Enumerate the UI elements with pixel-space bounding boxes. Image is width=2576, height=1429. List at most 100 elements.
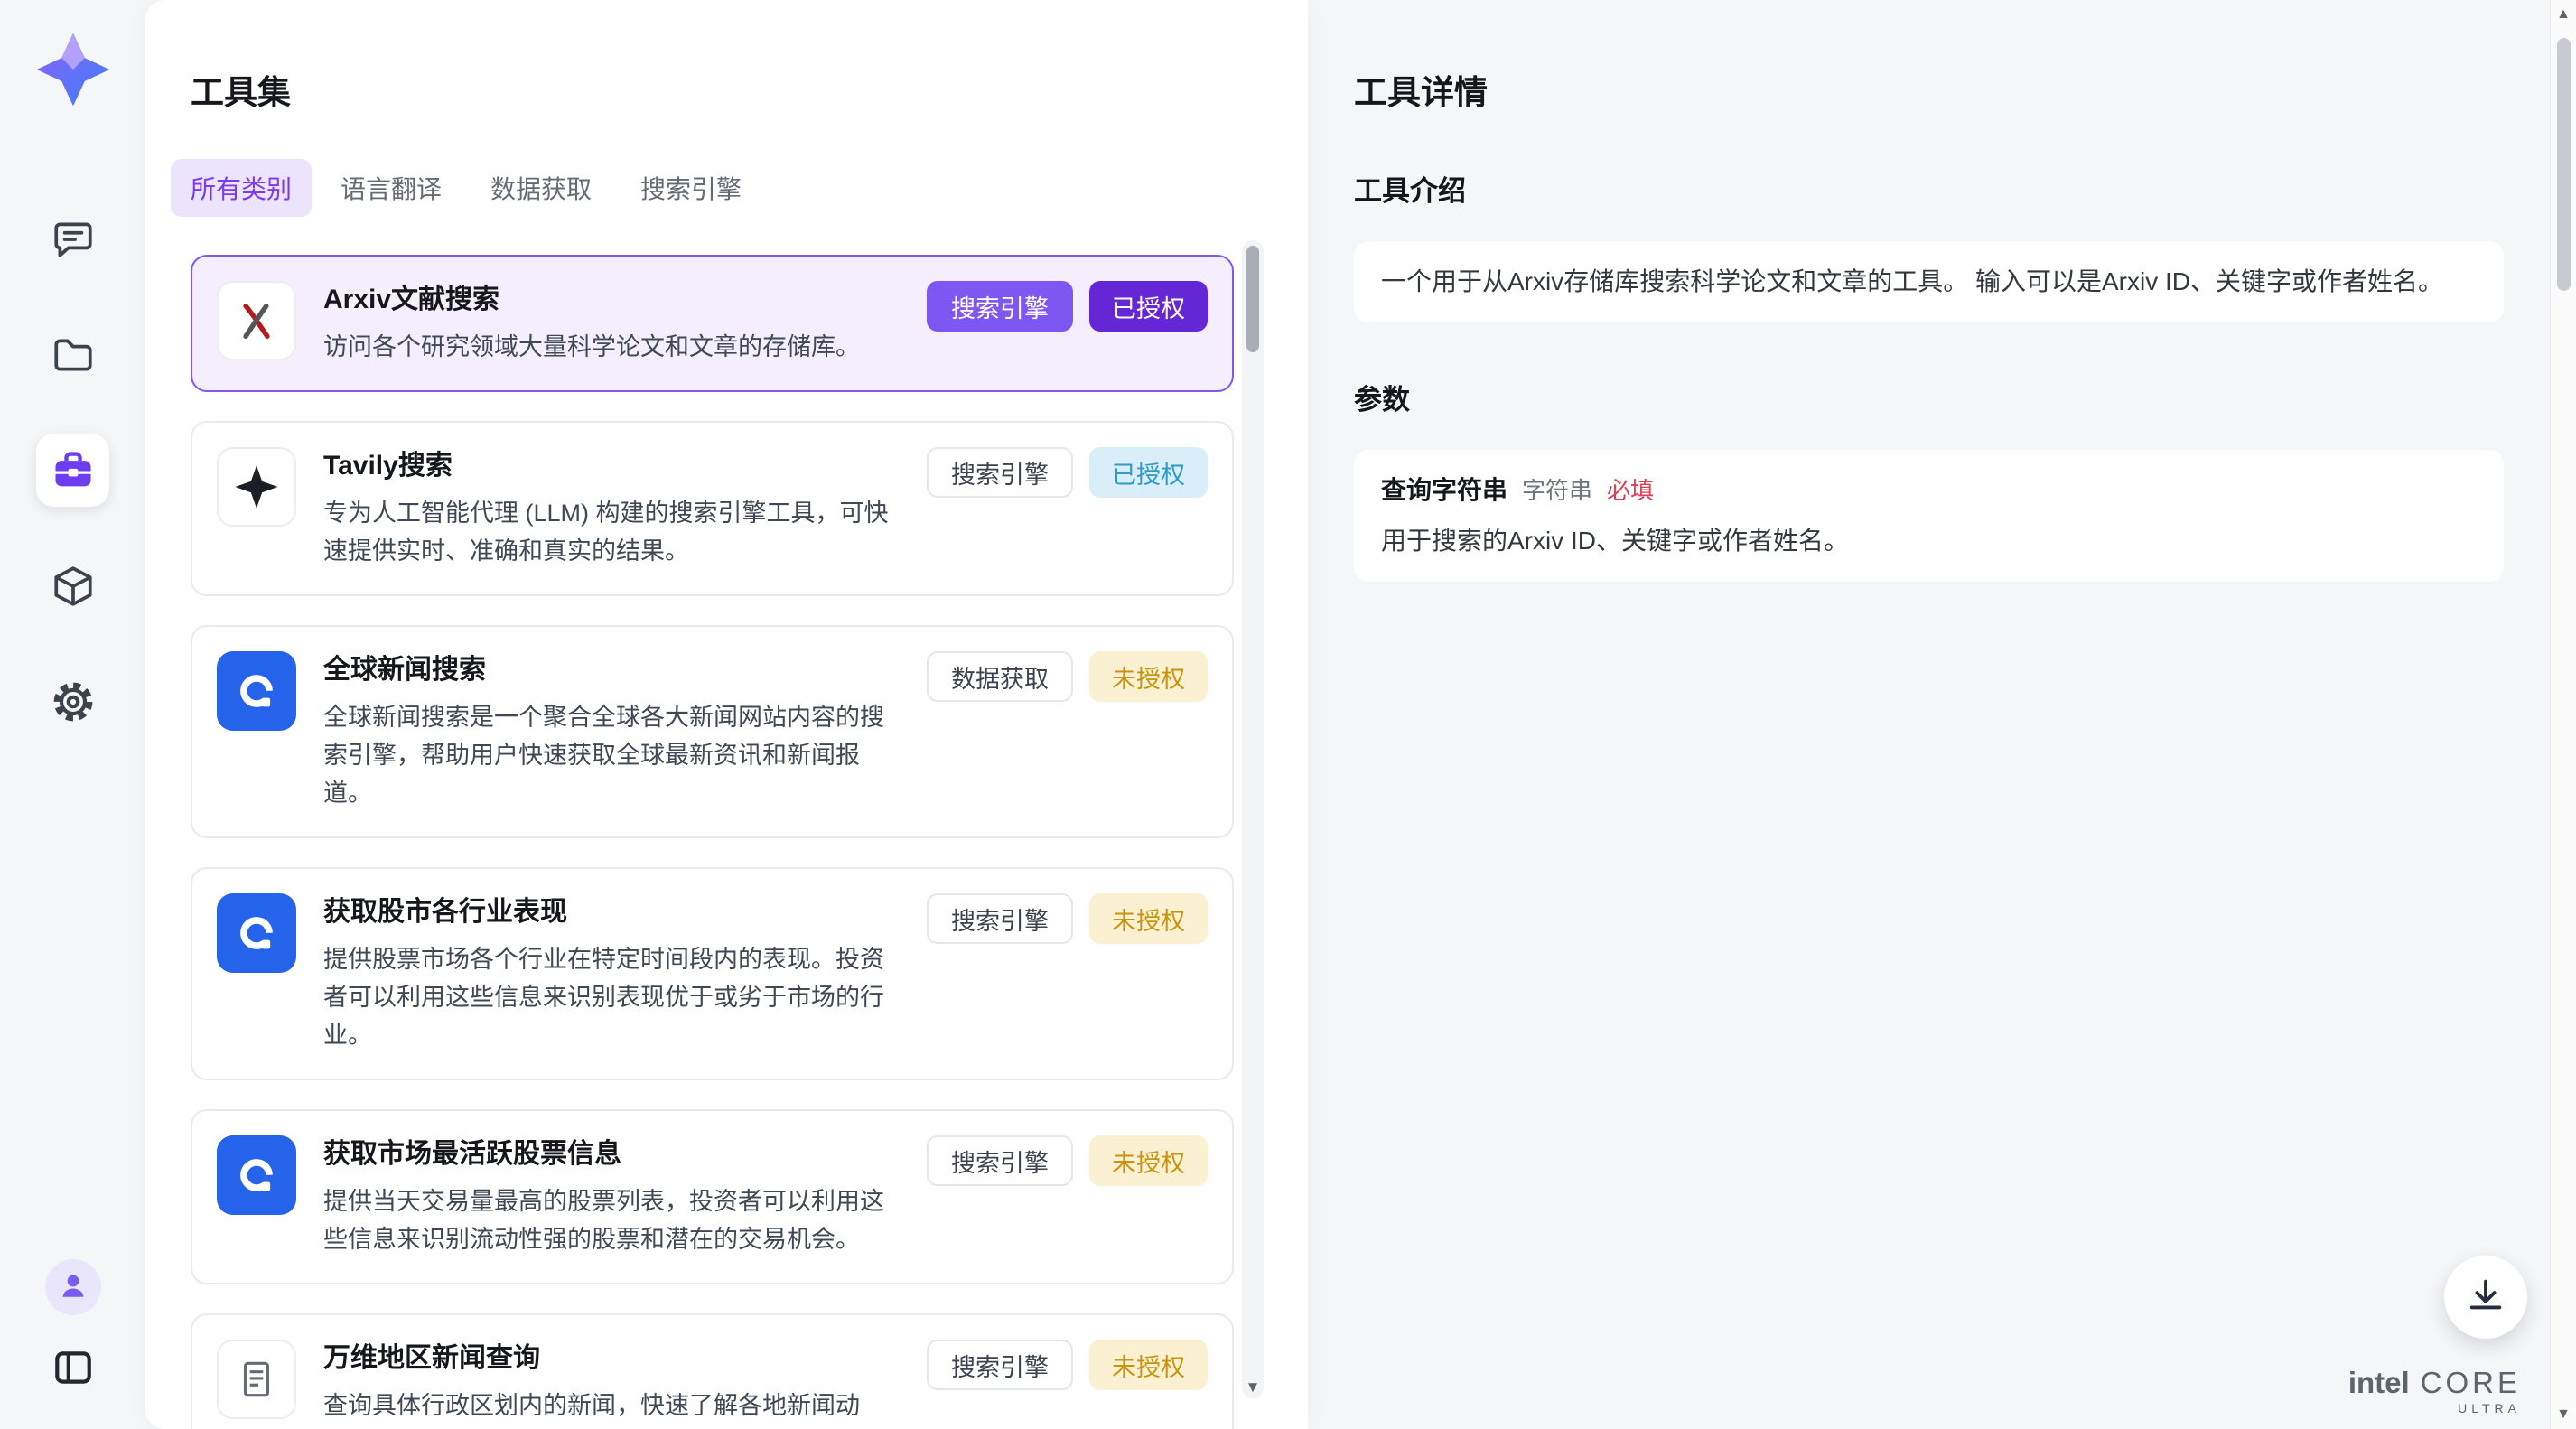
sidebar-nav [36, 202, 109, 738]
tool-badges: 搜索引擎 未授权 [927, 1135, 1208, 1186]
window-scrollbar-thumb[interactable] [2557, 38, 2571, 291]
tab-data[interactable]: 数据获取 [471, 159, 611, 217]
tool-category-badge[interactable]: 搜索引擎 [927, 1340, 1073, 1390]
sidebar-item-folder[interactable] [36, 318, 109, 391]
param-card: 查询字符串 字符串 必填 用于搜索的Arxiv ID、关键字或作者姓名。 [1354, 450, 2504, 582]
window-scrollbar[interactable]: ▲ ▼ [2550, 0, 2576, 1429]
globalnews-icon [217, 893, 296, 973]
globalnews-icon [217, 651, 296, 731]
tavily-icon [217, 447, 296, 527]
intel-core-logo: intel CORE ULTRA [2348, 1368, 2521, 1415]
tool-auth-badge[interactable]: 已授权 [1089, 281, 1208, 332]
sidebar-item-tools[interactable] [36, 434, 109, 507]
document-icon [217, 1340, 296, 1419]
tool-name: 万维地区新闻查询 [323, 1341, 900, 1376]
list-scrollbar-thumb[interactable] [1246, 246, 1259, 352]
tool-card[interactable]: 万维地区新闻查询 查询具体行政区划内的新闻，快速了解各地新闻动 搜索引擎 未授权 [191, 1313, 1234, 1429]
tool-category-badge[interactable]: 搜索引擎 [927, 281, 1073, 332]
tool-category-badge[interactable]: 搜索引擎 [927, 447, 1073, 498]
tool-description: 查询具体行政区划内的新闻，快速了解各地新闻动 [323, 1387, 900, 1424]
tab-translate[interactable]: 语言翻译 [321, 159, 462, 217]
tools-panel-title: 工具集 [191, 65, 1308, 114]
tool-auth-badge[interactable]: 未授权 [1089, 893, 1208, 944]
sidebar-item-models[interactable] [36, 549, 109, 622]
sidebar [0, 0, 145, 1429]
tool-text: Tavily搜索 专为人工智能代理 (LLM) 构建的搜索引擎工具，可快速提供实… [323, 447, 900, 570]
app-logo[interactable] [33, 30, 113, 109]
category-tabs: 所有类别语言翻译数据获取搜索引擎 [171, 159, 1308, 217]
tool-name: 获取市场最活跃股票信息 [323, 1137, 900, 1172]
briefcase-icon [50, 447, 97, 494]
tool-text: 获取股市各行业表现 提供股票市场各个行业在特定时间段内的表现。投资者可以利用这些… [323, 893, 900, 1054]
tool-category-badge[interactable]: 搜索引擎 [927, 893, 1073, 944]
tool-auth-badge[interactable]: 未授权 [1089, 651, 1208, 702]
sidebar-layout-icon [51, 1345, 96, 1395]
tool-description: 全球新闻搜索是一个聚合全球各大新闻网站内容的搜索引擎，帮助用户快速获取全球最新资… [323, 698, 900, 812]
param-header: 查询字符串 字符串 必填 [1381, 472, 2477, 509]
tool-description: 提供当天交易量最高的股票列表，投资者可以利用这些信息来识别流动性强的股票和潜在的… [323, 1182, 900, 1258]
tool-card[interactable]: 全球新闻搜索 全球新闻搜索是一个聚合全球各大新闻网站内容的搜索引擎，帮助用户快速… [191, 625, 1234, 838]
tool-category-badge[interactable]: 搜索引擎 [927, 1135, 1073, 1186]
scroll-down-arrow-icon[interactable]: ▼ [1242, 1378, 1264, 1396]
tool-text: 万维地区新闻查询 查询具体行政区划内的新闻，快速了解各地新闻动 [323, 1340, 900, 1424]
tool-card[interactable]: Tavily搜索 专为人工智能代理 (LLM) 构建的搜索引擎工具，可快速提供实… [191, 421, 1234, 596]
tool-badges: 搜索引擎 未授权 [927, 1340, 1208, 1390]
tool-category-badge[interactable]: 数据获取 [927, 651, 1073, 702]
download-icon [2465, 1275, 2506, 1321]
tool-auth-badge[interactable]: 未授权 [1089, 1340, 1208, 1390]
tool-name: 获取股市各行业表现 [323, 895, 900, 929]
sidebar-item-settings[interactable] [36, 665, 109, 738]
intro-card: 一个用于从Arxiv存储库搜索科学论文和文章的工具。 输入可以是Arxiv ID… [1354, 241, 2504, 322]
tab-search[interactable]: 搜索引擎 [621, 159, 761, 217]
tool-detail-panel: 工具详情 工具介绍 一个用于从Arxiv存储库搜索科学论文和文章的工具。 输入可… [1308, 0, 2550, 1429]
user-avatar[interactable] [45, 1259, 101, 1315]
download-button[interactable] [2444, 1256, 2527, 1339]
ultra-wordmark: ULTRA [2348, 1402, 2521, 1415]
folder-icon [51, 332, 96, 378]
list-scrollbar[interactable]: ▼ [1242, 240, 1264, 1398]
tool-description: 访问各个研究领域大量科学论文和文章的存储库。 [323, 328, 900, 366]
tool-name: Tavily搜索 [323, 449, 900, 483]
tool-auth-badge[interactable]: 未授权 [1089, 1135, 1208, 1186]
arxiv-icon [217, 281, 296, 360]
tool-name: Arxiv文献搜索 [323, 283, 900, 317]
globalnews-icon [217, 1135, 296, 1215]
sidebar-item-chat[interactable] [36, 202, 109, 276]
tool-list: Arxiv文献搜索 访问各个研究领域大量科学论文和文章的存储库。 搜索引擎 已授… [191, 255, 1234, 1429]
param-type: 字符串 [1522, 472, 1592, 509]
scroll-up-arrow-icon[interactable]: ▲ [2556, 6, 2571, 23]
tool-description: 专为人工智能代理 (LLM) 构建的搜索引擎工具，可快速提供实时、准确和真实的结… [323, 494, 900, 570]
tool-badges: 搜索引擎 已授权 [927, 447, 1208, 498]
tab-all[interactable]: 所有类别 [171, 159, 312, 217]
intro-heading: 工具介绍 [1354, 168, 2504, 209]
params-heading: 参数 [1354, 377, 2504, 417]
core-wordmark: CORE [2421, 1366, 2521, 1399]
param-required-badge: 必填 [1607, 472, 1654, 509]
tool-badges: 搜索引擎 已授权 [927, 281, 1208, 332]
param-name: 查询字符串 [1381, 472, 1507, 509]
tool-text: 全球新闻搜索 全球新闻搜索是一个聚合全球各大新闻网站内容的搜索引擎，帮助用户快速… [323, 651, 900, 812]
tool-description: 提供股票市场各个行业在特定时间段内的表现。投资者可以利用这些信息来识别表现优于或… [323, 940, 900, 1054]
tool-text: Arxiv文献搜索 访问各个研究领域大量科学论文和文章的存储库。 [323, 281, 900, 366]
tool-card[interactable]: 获取股市各行业表现 提供股票市场各个行业在特定时间段内的表现。投资者可以利用这些… [191, 867, 1234, 1080]
intel-wordmark: intel [2348, 1366, 2410, 1399]
param-description: 用于搜索的Arxiv ID、关键字或作者姓名。 [1381, 523, 2477, 559]
intro-text: 一个用于从Arxiv存储库搜索科学论文和文章的工具。 输入可以是Arxiv ID… [1381, 267, 2443, 295]
tool-name: 全球新闻搜索 [323, 653, 900, 687]
tools-panel: 工具集 所有类别语言翻译数据获取搜索引擎 Arxiv文献搜索 访问各个研究领域大… [145, 0, 1308, 1429]
tool-text: 获取市场最活跃股票信息 提供当天交易量最高的股票列表，投资者可以利用这些信息来识… [323, 1135, 900, 1258]
gear-icon [51, 679, 96, 724]
tool-auth-badge[interactable]: 已授权 [1089, 447, 1208, 498]
sidebar-bottom [45, 1259, 101, 1393]
chat-icon [51, 217, 96, 262]
detail-panel-title: 工具详情 [1354, 65, 2504, 114]
tool-card[interactable]: 获取市场最活跃股票信息 提供当天交易量最高的股票列表，投资者可以利用这些信息来识… [191, 1109, 1234, 1284]
collapse-panel-button[interactable] [50, 1346, 97, 1393]
person-icon [58, 1270, 89, 1305]
tool-card[interactable]: Arxiv文献搜索 访问各个研究领域大量科学论文和文章的存储库。 搜索引擎 已授… [191, 255, 1234, 392]
tool-badges: 搜索引擎 未授权 [927, 893, 1208, 944]
tool-badges: 数据获取 未授权 [927, 651, 1208, 702]
cube-icon [51, 564, 96, 609]
app-window: 工具集 所有类别语言翻译数据获取搜索引擎 Arxiv文献搜索 访问各个研究领域大… [0, 0, 2576, 1429]
scroll-down-arrow-icon[interactable]: ▼ [2556, 1406, 2571, 1423]
